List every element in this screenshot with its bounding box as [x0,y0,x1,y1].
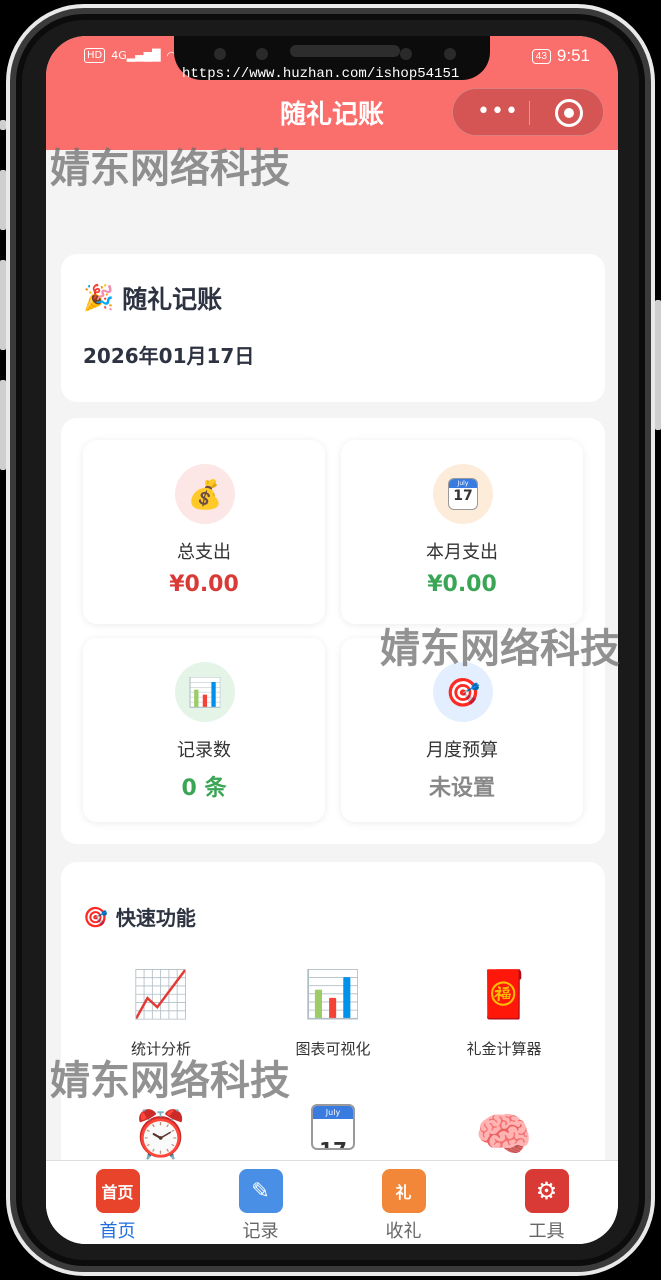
clock: 9:51 [556,46,590,65]
bar-chart-icon: 📊 [175,662,235,722]
quick-item-calendar[interactable]: July 17 [248,1104,418,1164]
line-chart-icon: 📈 [132,967,190,1021]
quick-item-statistics[interactable]: 📈 统计分析 [76,964,246,1059]
tab-home[interactable]: 首页 首页 [46,1169,189,1243]
quick-item-charts[interactable]: 📊 图表可视化 [248,964,418,1059]
signal-indicators: HD 4G▂▄▆█ ◠ [84,48,176,63]
gift-box-icon: 礼 [381,1169,426,1213]
calendar-icon: July 17 [433,464,493,524]
current-date: 2026年01月17日 [83,344,255,368]
target-icon: 🎯 [433,662,493,722]
status-right: 43 9:51 [531,46,590,66]
battery-icon: 43 [531,48,551,64]
welcome-card: 🎉 随礼记账 2026年01月17日 [61,254,605,402]
signal-icon: 4G▂▄▆█ [111,49,161,62]
tab-bar: 首页 首页 ✎ 记录 礼 收礼 ⚙ 工具 [46,1160,618,1244]
url-overlay: https://www.huzhan.com/ishop54151 [182,66,460,82]
bar-chart-icon: 📊 [304,967,362,1021]
stat-month-expense[interactable]: July 17 本月支出 ¥0.00 [341,440,583,624]
party-popper-icon: 🎉 [83,283,115,312]
tab-gifts-received[interactable]: 礼 收礼 [332,1169,475,1243]
calendar-icon: July 17 [248,1104,418,1164]
quick-item-brain[interactable]: 🧠 [419,1104,589,1164]
app-screen: HD 4G▂▄▆█ ◠ 43 9:51 https://www.huzhan.c… [46,36,618,1244]
tab-tools[interactable]: ⚙ 工具 [475,1169,618,1243]
mini-program-capsule: ••• [452,88,604,136]
pencil-icon: ✎ [238,1169,283,1213]
stat-total-expense[interactable]: 💰 总支出 ¥0.00 [83,440,325,624]
home-icon: 首页 [95,1169,140,1213]
quick-item-gift-calculator[interactable]: 🧧 礼金计算器 [419,964,589,1059]
target-icon: 🎯 [83,904,108,929]
alarm-clock-icon: ⏰ [132,1107,190,1161]
gear-icon: ⚙ [524,1169,569,1213]
stat-record-count[interactable]: 📊 记录数 0 条 [83,638,325,822]
main-content: 🎉 随礼记账 2026年01月17日 💰 总支出 ¥0.00 July 17 本月… [46,150,618,1202]
more-dots-icon[interactable]: ••• [477,99,519,124]
close-target-icon[interactable] [555,99,583,127]
stats-card: 💰 总支出 ¥0.00 July 17 本月支出 ¥0.00 📊 记录数 0 条 … [61,418,605,844]
quick-functions-title: 🎯 快速功能 [83,904,196,931]
red-envelope-icon: 🧧 [475,967,533,1021]
hd-icon: HD [84,48,106,63]
quick-functions-card: 🎯 快速功能 📈 统计分析 📊 图表可视化 🧧 礼金计算器 ⏰ July17 [61,862,605,1202]
tab-records[interactable]: ✎ 记录 [189,1169,332,1243]
stat-monthly-budget[interactable]: 🎯 月度预算 未设置 [341,638,583,822]
quick-item-reminder[interactable]: ⏰ [76,1104,246,1164]
header-bar: HD 4G▂▄▆█ ◠ 43 9:51 https://www.huzhan.c… [46,36,618,150]
money-bag-icon: 💰 [175,464,235,524]
brain-icon: 🧠 [475,1107,533,1161]
welcome-title: 🎉 随礼记账 [83,283,223,314]
